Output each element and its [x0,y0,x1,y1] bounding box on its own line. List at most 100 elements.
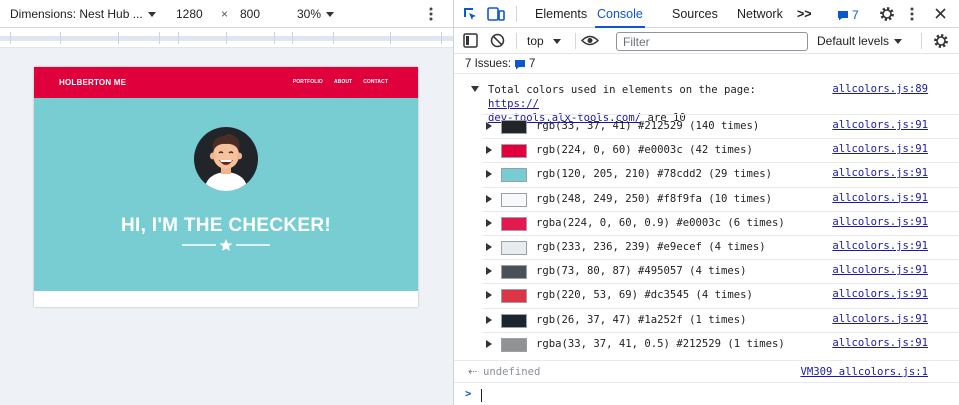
inspect-element-icon[interactable] [462,6,478,22]
nav-link-contact[interactable]: CONTACT [363,79,388,85]
prompt-chevron-icon: > [465,388,472,400]
source-link[interactable]: allcolors.js:91 [832,240,928,252]
summary-url-link[interactable]: https:// [488,98,539,110]
console-settings-icon[interactable] [933,33,949,49]
source-link[interactable]: allcolors.js:91 [832,337,928,349]
chevron-right-icon [486,243,492,251]
site-nav-links: PORTFOLIO ABOUT CONTACT [293,79,388,85]
eye-icon[interactable] [581,34,599,47]
gear-icon[interactable] [879,6,895,22]
ruler-tick [10,32,11,44]
hero-title: HI, I'M THE CHECKER! [120,215,332,236]
device-toggle-icon[interactable] [487,6,505,22]
prompt-caret [481,389,482,402]
return-source-link[interactable]: VM309 allcolors.js:1 [800,366,928,378]
ruler-tick [333,32,334,44]
chevron-right-icon [486,291,492,300]
source-link[interactable]: allcolors.js:91 [832,167,928,179]
issues-link-count: 7 [529,58,536,70]
color-swatch [501,241,527,255]
chevron-down-icon [326,11,335,17]
issues-label: 7 Issues: [465,58,512,70]
tab-network[interactable]: Network [737,0,783,28]
devtools-pane: Elements Console Sources Network >> 7 to… [453,0,959,405]
color-entry-text: rgb(224, 0, 60) #e0003c (42 times) [536,144,753,157]
log-levels-dropdown[interactable]: Default levels [817,34,903,48]
source-link[interactable]: allcolors.js:91 [832,288,928,300]
ruler-tick [274,32,275,44]
console-color-entry[interactable]: rgb(26, 37, 47) #1a252f (1 times) allcolo… [483,307,959,332]
console-color-entry[interactable]: rgb(224, 0, 60) #e0003c (42 times) allcol… [483,138,959,162]
height-input[interactable]: 800 [240,7,260,21]
color-entry-text: rgb(233, 236, 239) #e9ecef (4 times) [536,241,766,253]
media-query-ruler[interactable] [0,28,453,48]
divider [921,33,922,49]
return-value: undefined [483,366,541,378]
context-label: top [527,34,544,48]
avatar [194,127,258,191]
color-entry-text: rgb(120, 205, 210) #78cdd2 (29 times) [536,168,772,181]
source-link[interactable]: allcolors.js:91 [832,313,928,325]
console-color-entry[interactable]: rgba(224, 0, 60, 0.9) #e0003c (6 times) a… [483,210,959,235]
color-swatch [501,265,527,280]
tab-console[interactable]: Console [595,0,645,28]
source-link[interactable]: allcolors.js:91 [832,119,928,131]
console-color-entry[interactable]: rgb(248, 249, 250) #f8f9fa (10 times) all… [483,186,959,211]
ruler-tick [159,32,160,44]
star-divider-icon [182,239,270,251]
zoom-dropdown[interactable]: 30% [297,7,335,21]
source-link[interactable]: allcolors.js:91 [832,143,928,155]
color-entry-text: rgb(26, 37, 47) #1a252f (1 times) [536,313,747,326]
close-icon[interactable] [935,8,946,19]
chevron-right-icon [486,315,492,324]
issues-bar: 7 Issues: 7 [454,54,959,74]
chevron-down-icon [552,38,561,44]
ruler-tick [178,32,179,44]
console-color-entry[interactable]: rgba(33, 37, 41, 0.5) #212529 (1 times) a… [483,331,959,356]
log-levels-label: Default levels [817,34,890,48]
summary-source-link[interactable]: allcolors.js:89 [832,83,928,95]
site-navbar: HOLBERTON ME PORTFOLIO ABOUT CONTACT [34,67,418,98]
console-prompt[interactable]: > [454,382,959,404]
console-group-summary[interactable]: Total colors used in elements on the pag… [454,78,959,124]
context-selector[interactable]: top [527,34,561,48]
divider [575,33,576,49]
console-color-entry[interactable]: rgb(233, 236, 239) #e9ecef (4 times) allc… [483,235,959,259]
chevron-right-icon [486,267,492,276]
source-link[interactable]: allcolors.js:91 [832,216,928,228]
sidebar-toggle-icon[interactable] [463,33,478,48]
console-color-entry[interactable]: rgb(33, 37, 41) #212529 (140 times) allco… [483,114,959,138]
emulated-page: HOLBERTON ME PORTFOLIO ABOUT CONTACT HI,… [34,67,418,307]
color-swatch [501,168,527,183]
filter-input[interactable] [616,32,808,51]
dimensions-dropdown[interactable]: Dimensions: Nest Hub ... [10,7,156,21]
ruler-tick [441,32,442,44]
chevron-right-icon [486,218,492,227]
nav-link-about[interactable]: ABOUT [334,79,352,85]
issues-badge[interactable]: 7 [837,8,859,22]
more-options-icon[interactable] [428,7,434,21]
more-tabs-button[interactable]: >> [797,0,812,28]
chevron-right-icon [486,339,492,348]
tab-sources[interactable]: Sources [672,0,718,28]
chevron-right-icon [486,122,492,130]
tab-elements[interactable]: Elements [535,0,587,28]
color-swatch [501,144,527,159]
ruler-tick [226,32,227,44]
issues-link[interactable]: 7 [514,58,535,70]
return-arrow-icon: ⇠ [468,366,478,378]
console-color-entry[interactable]: rgb(220, 53, 69) #dc3545 (4 times) allcol… [483,283,959,307]
source-link[interactable]: allcolors.js:91 [832,192,928,204]
console-color-entry[interactable]: rgb(120, 205, 210) #78cdd2 (29 times) all… [483,162,959,186]
width-input[interactable]: 1280 [176,7,203,21]
site-logo[interactable]: HOLBERTON ME [59,78,126,87]
return-value-row: ⇠ undefined VM309 allcolors.js:1 [454,360,959,382]
clear-console-icon[interactable] [490,33,505,48]
more-options-icon[interactable] [909,7,915,21]
chevron-down-icon [147,11,156,17]
devtools-tabbar: Elements Console Sources Network >> 7 [454,0,959,28]
console-color-entry[interactable]: rgb(73, 80, 87) #495057 (4 times) allcolo… [483,259,959,283]
source-link[interactable]: allcolors.js:91 [832,264,928,276]
color-entry-text: rgb(73, 80, 87) #495057 (4 times) [536,265,747,278]
nav-link-portfolio[interactable]: PORTFOLIO [293,79,323,85]
